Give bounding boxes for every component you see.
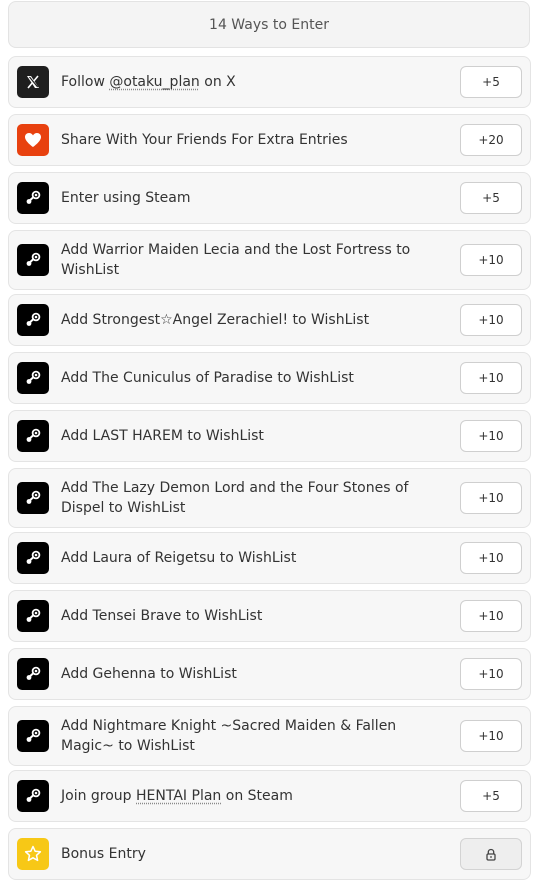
entry-row[interactable]: Add The Cuniculus of Paradise to WishLis… — [8, 352, 531, 404]
entry-methods-panel: 14 Ways to Enter Follow @otaku_plan on X… — [0, 0, 540, 886]
entry-row[interactable]: Add Gehenna to WishList +10 — [8, 648, 531, 700]
entry-label-text: Follow — [61, 74, 110, 90]
steam-icon — [17, 658, 49, 690]
steam-icon — [17, 362, 49, 394]
entry-label-text: Add Laura of Reigetsu to WishList — [61, 550, 297, 566]
entry-link[interactable]: @otaku_plan — [109, 74, 199, 90]
entry-points-button[interactable]: +10 — [460, 244, 522, 276]
heart-icon — [17, 124, 49, 156]
entry-points-value: +10 — [478, 429, 504, 443]
entry-label-text: Add Gehenna to WishList — [61, 666, 237, 682]
entry-row[interactable]: Share With Your Friends For Extra Entrie… — [8, 114, 531, 166]
entry-points-button[interactable]: +10 — [460, 720, 522, 752]
entry-points-value: +10 — [478, 667, 504, 681]
entry-points-button[interactable]: +10 — [460, 304, 522, 336]
entry-points-value: +10 — [478, 729, 504, 743]
entry-row[interactable]: Add Warrior Maiden Lecia and the Lost Fo… — [8, 230, 531, 290]
entry-row[interactable]: Join group HENTAI Plan on Steam +5 — [8, 770, 531, 822]
entry-points-value: +10 — [478, 609, 504, 623]
steam-icon — [17, 182, 49, 214]
entry-row[interactable]: Add Tensei Brave to WishList +10 — [8, 590, 531, 642]
entry-label: Bonus Entry — [61, 844, 450, 864]
steam-icon — [17, 780, 49, 812]
entry-label: Add The Lazy Demon Lord and the Four Sto… — [61, 478, 450, 518]
entry-points-button[interactable]: +10 — [460, 362, 522, 394]
entry-label: Add Strongest☆Angel Zerachiel! to WishLi… — [61, 310, 450, 330]
entry-label-text: Add Nightmare Knight ~Sacred Maiden & Fa… — [61, 718, 397, 754]
entry-points-value: +10 — [478, 491, 504, 505]
steam-icon — [17, 244, 49, 276]
entry-label-text: on X — [199, 74, 236, 90]
entry-points-button[interactable]: +10 — [460, 658, 522, 690]
entry-methods-list: Follow @otaku_plan on X +5 Share With Your… — [0, 0, 540, 886]
entry-label: Follow @otaku_plan on X — [61, 72, 450, 92]
entry-points-value: +5 — [482, 789, 500, 803]
entry-label: Add Tensei Brave to WishList — [61, 606, 450, 626]
entry-label-text: on Steam — [221, 788, 293, 804]
steam-icon — [17, 420, 49, 452]
entry-label: Add LAST HAREM to WishList — [61, 426, 450, 446]
x-logo-icon — [17, 66, 49, 98]
entry-points-button[interactable]: +10 — [460, 542, 522, 574]
entry-label: Add Warrior Maiden Lecia and the Lost Fo… — [61, 240, 450, 280]
steam-icon — [17, 720, 49, 752]
entry-label: Add Nightmare Knight ~Sacred Maiden & Fa… — [61, 716, 450, 756]
entry-label-text: Add The Cuniculus of Paradise to WishLis… — [61, 370, 354, 386]
entry-points-button[interactable]: +10 — [460, 482, 522, 514]
entry-label: Join group HENTAI Plan on Steam — [61, 786, 450, 806]
entry-row[interactable]: Add Laura of Reigetsu to WishList +10 — [8, 532, 531, 584]
entry-row[interactable]: Add Strongest☆Angel Zerachiel! to WishLi… — [8, 294, 531, 346]
steam-icon — [17, 542, 49, 574]
entry-points-button[interactable]: +20 — [460, 124, 522, 156]
entry-label-text: Add Strongest☆Angel Zerachiel! to WishLi… — [61, 312, 370, 328]
entry-label-text: Add Warrior Maiden Lecia and the Lost Fo… — [61, 242, 411, 278]
entry-label: Add Gehenna to WishList — [61, 664, 450, 684]
entry-points-value: +10 — [478, 313, 504, 327]
entry-points-button[interactable]: +10 — [460, 420, 522, 452]
entry-points-button[interactable]: +5 — [460, 780, 522, 812]
steam-icon — [17, 600, 49, 632]
locked-entry-button[interactable] — [460, 838, 522, 870]
entry-points-button[interactable]: +10 — [460, 600, 522, 632]
lock-icon — [486, 848, 496, 861]
entry-label-text: Add The Lazy Demon Lord and the Four Sto… — [61, 480, 409, 516]
entry-row[interactable]: Enter using Steam +5 — [8, 172, 531, 224]
entry-link[interactable]: HENTAI Plan — [136, 788, 221, 804]
entry-row[interactable]: Add Nightmare Knight ~Sacred Maiden & Fa… — [8, 706, 531, 766]
entry-row[interactable]: Add The Lazy Demon Lord and the Four Sto… — [8, 468, 531, 528]
entry-label-text: Bonus Entry — [61, 846, 146, 862]
entry-label: Add The Cuniculus of Paradise to WishLis… — [61, 368, 450, 388]
entry-points-value: +5 — [482, 191, 500, 205]
entry-label-text: Add LAST HAREM to WishList — [61, 428, 264, 444]
entry-points-value: +5 — [482, 75, 500, 89]
entry-points-value: +10 — [478, 551, 504, 565]
entry-label-text: Share With Your Friends For Extra Entrie… — [61, 132, 348, 148]
entry-row[interactable]: Follow @otaku_plan on X +5 — [8, 56, 531, 108]
entry-label-text: Add Tensei Brave to WishList — [61, 608, 263, 624]
steam-icon — [17, 482, 49, 514]
steam-icon — [17, 304, 49, 336]
entry-row[interactable]: Bonus Entry — [8, 828, 531, 880]
entry-label: Add Laura of Reigetsu to WishList — [61, 548, 450, 568]
entry-row[interactable]: Add LAST HAREM to WishList +10 — [8, 410, 531, 462]
entry-points-button[interactable]: +5 — [460, 182, 522, 214]
entry-label: Enter using Steam — [61, 188, 450, 208]
entry-label-text: Join group — [61, 788, 137, 804]
star-icon — [17, 838, 49, 870]
entry-label-text: Enter using Steam — [61, 190, 191, 206]
entry-points-value: +10 — [478, 371, 504, 385]
entry-points-value: +10 — [478, 253, 504, 267]
entry-points-button[interactable]: +5 — [460, 66, 522, 98]
entry-label: Share With Your Friends For Extra Entrie… — [61, 130, 450, 150]
entry-points-value: +20 — [478, 133, 504, 147]
